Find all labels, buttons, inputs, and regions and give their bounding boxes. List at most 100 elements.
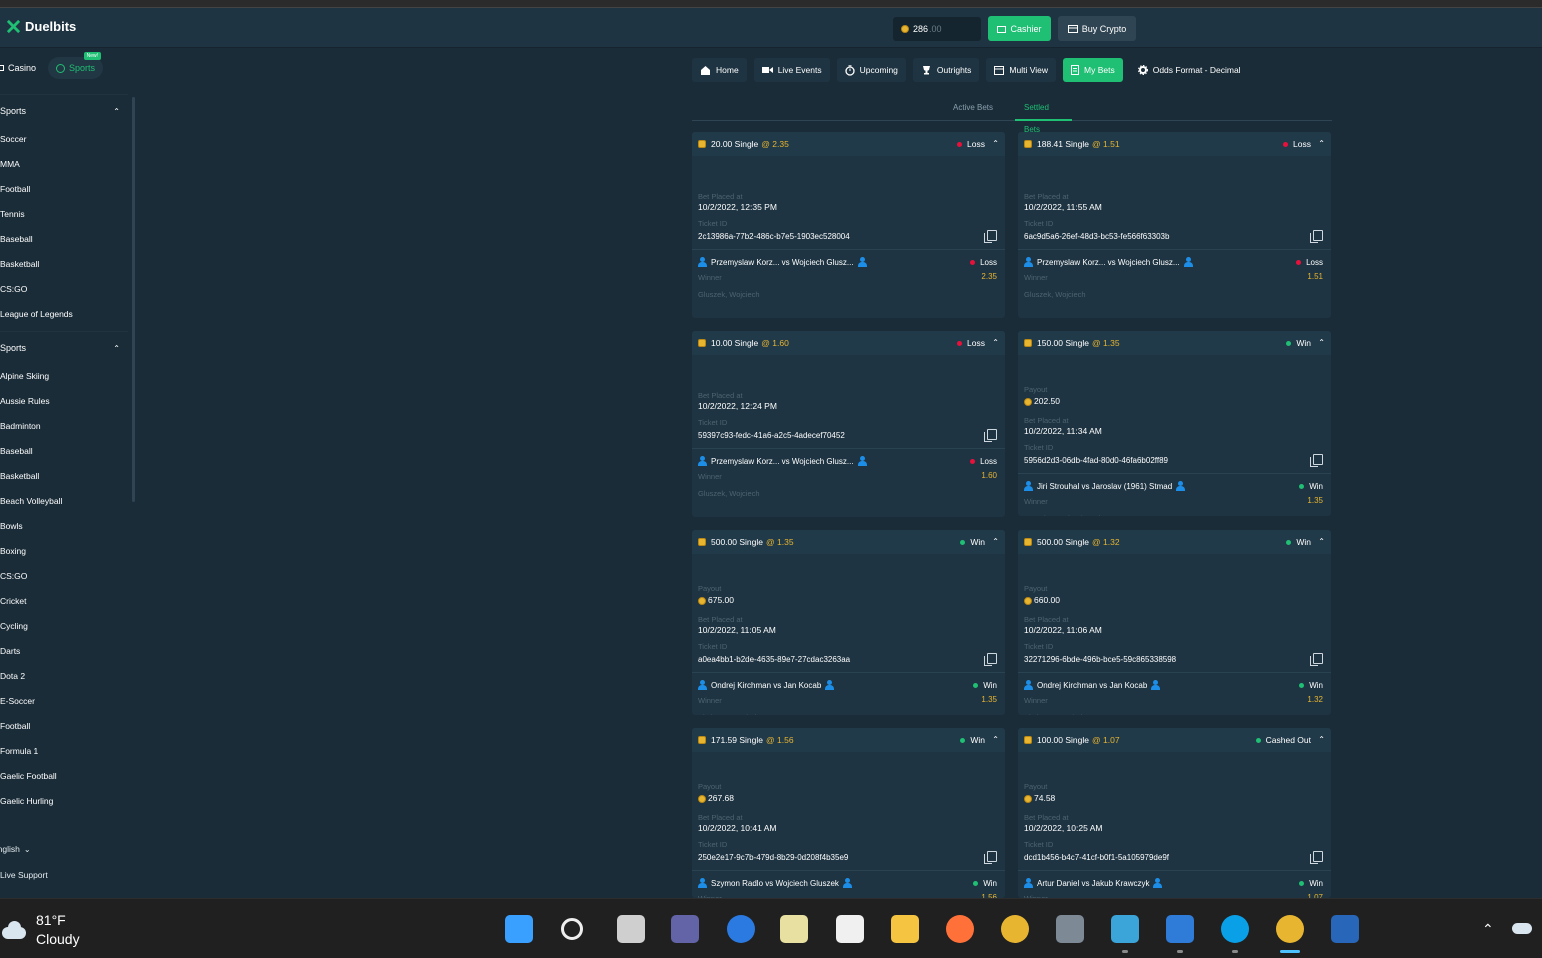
sidebar-section-all-sports[interactable]: Sports ⌃ xyxy=(0,331,128,359)
search-icon[interactable] xyxy=(561,918,583,940)
sidebar-item[interactable]: Tennis xyxy=(0,207,25,221)
bet-card-header[interactable]: 500.00 Single @ 1.35 Win ⌃ xyxy=(692,530,1005,554)
chevron-up-icon[interactable]: ⌃ xyxy=(992,139,999,148)
sidebar-item[interactable]: Darts xyxy=(0,644,20,658)
chevron-up-icon[interactable]: ⌃ xyxy=(992,338,999,347)
sidebar-item[interactable]: CS:GO xyxy=(0,569,27,583)
event-row[interactable]: Przemyslaw Korz... vs Wojciech Glusz... xyxy=(698,456,999,466)
chrome-profile-icon[interactable] xyxy=(1276,915,1304,943)
sidebar-item[interactable]: Boxing xyxy=(0,544,26,558)
chevron-up-icon[interactable]: ⌃ xyxy=(1318,735,1325,744)
cashier-button[interactable]: Cashier xyxy=(988,16,1051,41)
sidebar-item[interactable]: Baseball xyxy=(0,232,33,246)
bet-placed-label: Bet Placed at xyxy=(1024,192,1069,201)
wallet-balance[interactable]: 286.00 xyxy=(893,17,981,41)
weather-widget[interactable]: 81°F Cloudy xyxy=(0,911,80,949)
copy-icon[interactable] xyxy=(1310,230,1323,243)
cloud-icon xyxy=(0,921,28,939)
chevron-up-icon[interactable]: ⌃ xyxy=(1318,537,1325,546)
nav-home[interactable]: Home xyxy=(692,58,747,82)
event-row[interactable]: Jiri Strouhal vs Jaroslav (1961) Stmad xyxy=(1024,481,1325,491)
notepad-icon[interactable] xyxy=(1111,915,1139,943)
nav-outrights[interactable]: Outrights xyxy=(912,58,980,82)
chevron-up-icon[interactable]: ⌃ xyxy=(992,537,999,546)
file-editor-icon[interactable] xyxy=(780,915,808,943)
nav-my-bets[interactable]: My Bets xyxy=(1063,58,1123,82)
sidebar-item[interactable]: Bowls xyxy=(0,519,23,533)
copy-icon[interactable] xyxy=(1310,653,1323,666)
event-row[interactable]: Przemyslaw Korz... vs Wojciech Glusz... xyxy=(698,257,999,267)
buy-crypto-button[interactable]: Buy Crypto xyxy=(1058,16,1136,41)
settings-icon[interactable] xyxy=(1056,915,1084,943)
copy-icon[interactable] xyxy=(984,429,997,442)
bet-card-header[interactable]: 188.41 Single @ 1.51 Loss ⌃ xyxy=(1018,132,1331,156)
copy-icon[interactable] xyxy=(1310,851,1323,864)
sidebar-item[interactable]: Football xyxy=(0,719,30,733)
bet-card-header[interactable]: 500.00 Single @ 1.32 Win ⌃ xyxy=(1018,530,1331,554)
ball-icon xyxy=(56,63,66,73)
bet-card-header[interactable]: 100.00 Single @ 1.07 Cashed Out ⌃ xyxy=(1018,728,1331,752)
sidebar-item[interactable]: Aussie Rules xyxy=(0,394,50,408)
sidebar-item[interactable]: Badminton xyxy=(0,419,41,433)
nav-upcoming[interactable]: Upcoming xyxy=(836,58,906,82)
copy-icon[interactable] xyxy=(984,653,997,666)
sidebar-item[interactable]: Gaelic Football xyxy=(0,769,57,783)
brand-logo[interactable]: Duelbits xyxy=(6,19,76,34)
copy-icon[interactable] xyxy=(984,230,997,243)
bet-card-header[interactable]: 150.00 Single @ 1.35 Win ⌃ xyxy=(1018,331,1331,355)
skype-icon[interactable] xyxy=(1221,915,1249,943)
onedrive-icon[interactable] xyxy=(1512,923,1532,934)
event-row[interactable]: Ondrej Kirchman vs Jan Kocab xyxy=(698,680,999,690)
bet-card-header[interactable]: 20.00 Single @ 2.35 Loss ⌃ xyxy=(692,132,1005,156)
sidebar-item[interactable]: Football xyxy=(0,182,30,196)
tab-settled-bets[interactable]: Settled Bets xyxy=(1015,97,1072,134)
sidebar-item[interactable]: MMA xyxy=(0,157,20,171)
sidebar-item[interactable]: League of Legends xyxy=(0,307,73,321)
sidebar-item[interactable]: CS:GO xyxy=(0,282,27,296)
sidebar-item[interactable]: Cycling xyxy=(0,619,28,633)
nav-live-events[interactable]: Live Events xyxy=(753,58,830,82)
sidebar-item[interactable]: Cricket xyxy=(0,594,26,608)
chevron-up-icon[interactable]: ⌃ xyxy=(1318,338,1325,347)
copy-icon[interactable] xyxy=(984,851,997,864)
sidebar-item[interactable]: Basketball xyxy=(0,257,39,271)
sidebar-scrollbar[interactable] xyxy=(132,97,135,502)
app-icon[interactable] xyxy=(1331,915,1359,943)
chevron-up-icon[interactable]: ⌃ xyxy=(992,735,999,744)
store-icon[interactable] xyxy=(836,915,864,943)
media-player-icon[interactable] xyxy=(1166,915,1194,943)
event-row[interactable]: Artur Daniel vs Jakub Krawczyk xyxy=(1024,878,1325,888)
sidebar-item[interactable]: Baseball xyxy=(0,444,33,458)
sidebar-section-top-sports[interactable]: Sports ⌃ xyxy=(0,94,128,122)
chrome-icon[interactable] xyxy=(1001,915,1029,943)
sidebar-item[interactable]: Basketball xyxy=(0,469,39,483)
chevron-up-icon[interactable]: ⌃ xyxy=(1318,139,1325,148)
nav-multi-view[interactable]: Multi View xyxy=(986,58,1056,82)
event-row[interactable]: Ondrej Kirchman vs Jan Kocab xyxy=(1024,680,1325,690)
folder-icon[interactable] xyxy=(891,915,919,943)
nav-odds-format[interactable]: Odds Format - Decimal xyxy=(1130,58,1249,82)
sidebar-item[interactable]: Formula 1 xyxy=(0,744,38,758)
event-row[interactable]: Przemyslaw Korz... vs Wojciech Glusz... xyxy=(1024,257,1325,267)
task-view-icon[interactable] xyxy=(617,915,645,943)
bet-card-header[interactable]: 10.00 Single @ 1.60 Loss ⌃ xyxy=(692,331,1005,355)
event-row[interactable]: Szymon Radlo vs Wojciech Gluszek xyxy=(698,878,999,888)
live-support-link[interactable]: Live Support xyxy=(0,870,48,880)
firefox-icon[interactable] xyxy=(946,915,974,943)
chevron-up-icon[interactable]: ⌃ xyxy=(1482,921,1494,938)
copy-icon[interactable] xyxy=(1310,454,1323,467)
tab-sports[interactable]: Sports New! xyxy=(48,52,104,79)
teams-icon[interactable] xyxy=(671,915,699,943)
sidebar-item[interactable]: Soccer xyxy=(0,132,26,146)
start-icon[interactable] xyxy=(505,915,533,943)
sidebar-item[interactable]: Gaelic Hurling xyxy=(0,794,53,808)
bet-card-header[interactable]: 171.59 Single @ 1.56 Win ⌃ xyxy=(692,728,1005,752)
language-selector[interactable]: English ⌄ xyxy=(0,844,31,854)
sidebar-item[interactable]: Beach Volleyball xyxy=(0,494,62,508)
tab-active-bets[interactable]: Active Bets xyxy=(953,97,993,121)
sidebar-item[interactable]: E-Soccer xyxy=(0,694,35,708)
mail-icon[interactable] xyxy=(727,915,755,943)
sidebar-item[interactable]: Dota 2 xyxy=(0,669,25,683)
tab-casino[interactable]: Casino xyxy=(0,57,44,79)
sidebar-item[interactable]: Alpine Skiing xyxy=(0,369,49,383)
